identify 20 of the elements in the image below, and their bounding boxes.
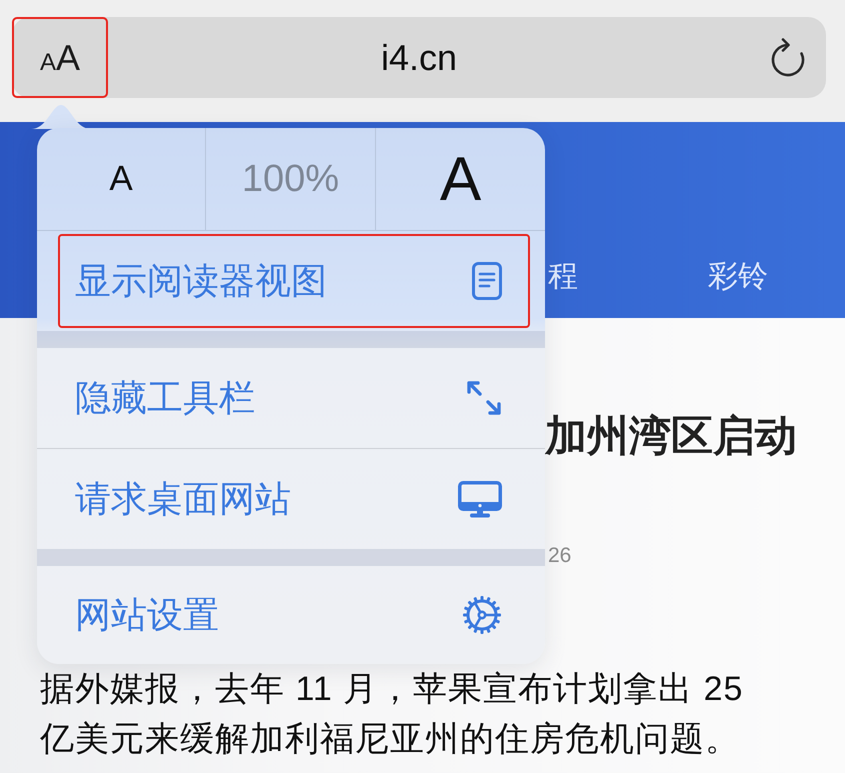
document-icon — [472, 262, 502, 300]
monitor-icon — [458, 480, 502, 518]
menu-item[interactable]: 显示阅读器视图 — [58, 234, 530, 328]
article-title: 加州湾区启动 — [545, 411, 798, 461]
menu-item[interactable]: 隐藏工具栏 — [58, 351, 530, 445]
reload-icon[interactable] — [770, 38, 806, 78]
article-paragraph: 据外媒报，去年 11 月，苹果宣布计划拿出 25 亿美元来缓解加利福尼亚州的住房危机问题。 — [40, 669, 744, 760]
decrease-text-button[interactable]: A — [37, 128, 206, 230]
diagonal-arrows-icon — [466, 380, 502, 416]
menu-item[interactable]: 网站设置 — [58, 569, 530, 661]
nav-link[interactable]: 彩铃 — [708, 258, 768, 296]
gear-icon — [462, 595, 502, 635]
nav-link[interactable]: 程 — [548, 258, 578, 296]
zoom-level: 100% — [206, 128, 376, 230]
url-text: i4.cn — [380, 36, 458, 78]
address-field[interactable]: AA i4.cn — [12, 17, 826, 98]
article-date: 26 — [548, 543, 572, 569]
increase-text-button[interactable]: A — [376, 128, 545, 230]
menu-item[interactable]: 请求桌面网站 — [58, 452, 530, 546]
text-size-button[interactable]: AA — [12, 17, 108, 98]
